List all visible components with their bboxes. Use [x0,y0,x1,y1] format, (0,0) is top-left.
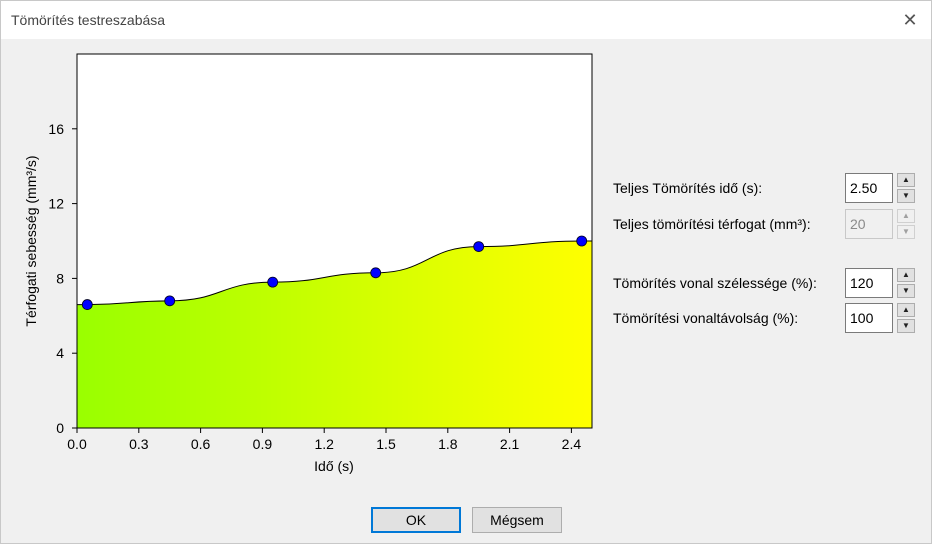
line-spacing-input[interactable]: 100 [845,303,893,333]
x-tick-label: 0.0 [67,436,87,452]
chart-area: 0.0 0.3 0.6 0.9 1.2 1.5 1.8 2.1 2.4 0 4 8 12 16 Idő … [1,39,601,489]
total-time-input[interactable]: 2.50 [845,173,893,203]
y-tick-label: 8 [56,270,64,286]
total-volume-input: 20 [845,209,893,239]
line-width-input[interactable]: 120 [845,268,893,298]
x-tick-label: 1.2 [314,436,334,452]
x-axis-label: Idő (s) [314,458,354,474]
decrement-icon[interactable]: ▼ [897,189,915,203]
data-point[interactable] [473,241,485,253]
line-width-label: Tömörítés vonal szélessége (%): [613,275,817,291]
decrement-icon[interactable]: ▼ [897,319,915,333]
data-point[interactable] [370,267,382,279]
data-point[interactable] [164,295,176,307]
increment-icon: ▲ [897,209,915,223]
customize-compression-dialog: Tömörítés testreszabása ✕ 0.0 0.3 0.6 0.9 1.… [0,0,932,544]
x-tick-label: 1.8 [438,436,458,452]
decrement-icon: ▼ [897,225,915,239]
y-tick-label: 16 [48,121,64,137]
x-tick-label: 0.6 [191,436,211,452]
total-time-stepper[interactable]: 2.50 ▲ ▼ [845,173,915,203]
volume-rate-chart: 0.0 0.3 0.6 0.9 1.2 1.5 1.8 2.1 2.4 0 4 8 12 16 Idő … [23,53,593,474]
y-tick-label: 12 [48,196,64,212]
x-tick-label: 2.1 [500,436,520,452]
y-tick-label: 0 [56,420,64,436]
cancel-button[interactable]: Mégsem [472,507,562,533]
title-bar: Tömörítés testreszabása ✕ [1,1,931,39]
data-point[interactable] [81,299,93,310]
dialog-title: Tömörítés testreszabása [11,12,166,28]
ok-button[interactable]: OK [371,507,461,533]
total-volume-stepper: 20 ▲ ▼ [845,209,915,239]
data-point[interactable] [576,235,588,247]
line-width-stepper[interactable]: 120 ▲ ▼ [845,268,915,298]
line-spacing-label: Tömörítési vonaltávolság (%): [613,310,799,326]
close-icon[interactable]: ✕ [895,5,925,35]
increment-icon[interactable]: ▲ [897,173,915,187]
line-spacing-stepper[interactable]: 100 ▲ ▼ [845,303,915,333]
x-tick-label: 1.5 [376,436,396,452]
x-tick-label: 2.4 [562,436,582,452]
increment-icon[interactable]: ▲ [897,268,915,282]
x-tick-label: 0.3 [129,436,149,452]
total-volume-label: Teljes tömörítési térfogat (mm³): [613,216,811,232]
x-tick-label: 0.9 [253,436,273,452]
x-axis: 0.0 0.3 0.6 0.9 1.2 1.5 1.8 2.1 2.4 [67,428,581,452]
y-axis: 0 4 8 12 16 [48,121,77,436]
total-time-label: Teljes Tömörítés idő (s): [613,180,763,196]
y-axis-label: Térfogati sebesség (mm³/s) [23,155,39,326]
data-point[interactable] [267,276,279,288]
decrement-icon[interactable]: ▼ [897,284,915,298]
increment-icon[interactable]: ▲ [897,303,915,317]
y-tick-label: 4 [56,345,64,361]
